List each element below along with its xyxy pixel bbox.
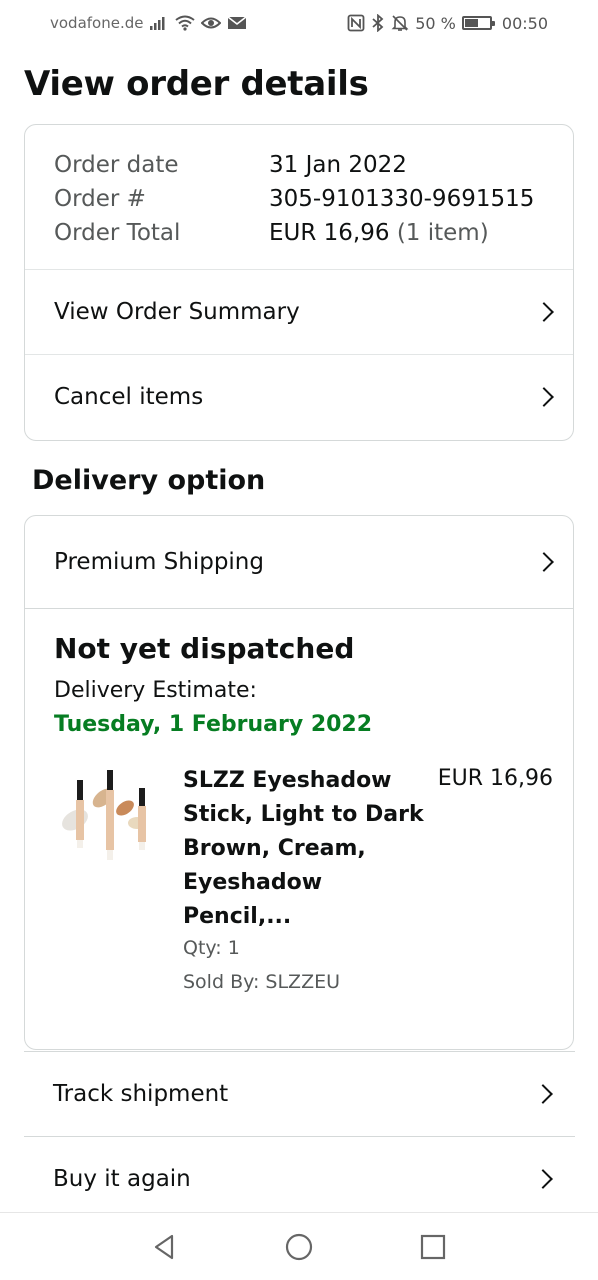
product-seller: Sold By: SLZZEU (183, 971, 340, 993)
home-button[interactable] (277, 1225, 321, 1269)
shipping-method-label: Premium Shipping (54, 549, 264, 575)
home-icon (285, 1233, 313, 1260)
delivery-section-title: Delivery option (32, 465, 266, 496)
order-total-amount: EUR 16,96 (269, 220, 390, 246)
order-number-value: 305-9101330-9691515 (269, 186, 535, 212)
view-order-summary-label: View Order Summary (54, 299, 300, 325)
page-title: View order details (24, 64, 369, 104)
order-total-label: Order Total (54, 220, 181, 246)
clock: 00:50 (501, 13, 548, 33)
product-title[interactable]: SLZZ Eyeshadow Stick, Light to Dark Brow… (183, 764, 428, 934)
order-info: Order date 31 Jan 2022 Order # 305-91013… (54, 148, 534, 250)
order-number-row: Order # 305-9101330-9691515 (54, 182, 534, 216)
system-nav-bar (0, 1212, 598, 1280)
delivery-card: Premium Shipping Not yet dispatched Deli… (24, 515, 574, 1050)
recents-icon (420, 1234, 446, 1259)
wifi-icon (175, 15, 196, 31)
order-date-value: 31 Jan 2022 (269, 152, 407, 178)
order-total-items: (1 item) (396, 220, 489, 246)
chevron-right-icon (534, 387, 554, 407)
view-order-summary-link[interactable]: View Order Summary (25, 269, 573, 354)
divider (25, 608, 573, 609)
cancel-items-link[interactable]: Cancel items (25, 354, 573, 439)
order-date-row: Order date 31 Jan 2022 (54, 148, 534, 182)
back-button[interactable] (143, 1225, 187, 1269)
status-right: 50 % 00:50 (347, 14, 548, 33)
order-info-card: Order date 31 Jan 2022 Order # 305-91013… (24, 124, 574, 441)
product-price: EUR 16,96 (437, 766, 553, 791)
nfc-icon (347, 14, 365, 32)
product-image[interactable] (55, 768, 155, 868)
buy-it-again-label: Buy it again (53, 1166, 191, 1192)
mail-icon (227, 15, 247, 31)
track-shipment-label: Track shipment (53, 1081, 229, 1107)
signal-icon (149, 15, 169, 31)
carrier-name: vodafone.de (50, 14, 144, 32)
mute-icon (391, 14, 409, 32)
delivery-estimate-label: Delivery Estimate: (54, 678, 257, 703)
eye-icon (201, 15, 222, 31)
battery-percent: 50 % (415, 13, 456, 33)
order-total-row: Order Total EUR 16,96 (1 item) (54, 216, 534, 250)
product-quantity: Qty: 1 (183, 937, 240, 959)
battery-icon (461, 16, 495, 30)
cancel-items-label: Cancel items (54, 384, 204, 410)
recents-button[interactable] (411, 1225, 455, 1269)
back-icon (154, 1234, 174, 1259)
delivery-estimate-date: Tuesday, 1 February 2022 (54, 712, 373, 737)
buy-it-again-link[interactable]: Buy it again (24, 1136, 575, 1221)
bluetooth-icon (371, 14, 385, 32)
status-left: vodafone.de (50, 14, 247, 32)
order-total-value: EUR 16,96 (1 item) (269, 216, 489, 250)
shipping-method-link[interactable]: Premium Shipping (25, 516, 573, 608)
chevron-right-icon (534, 302, 554, 322)
track-shipment-link[interactable]: Track shipment (24, 1051, 575, 1136)
order-date-label: Order date (54, 152, 179, 178)
shipment-status: Not yet dispatched (54, 632, 355, 665)
status-bar: vodafone.de 50 % 00:50 (0, 0, 598, 46)
chevron-right-icon (534, 552, 554, 572)
chevron-right-icon (533, 1169, 553, 1189)
order-number-label: Order # (54, 186, 146, 212)
chevron-right-icon (533, 1084, 553, 1104)
